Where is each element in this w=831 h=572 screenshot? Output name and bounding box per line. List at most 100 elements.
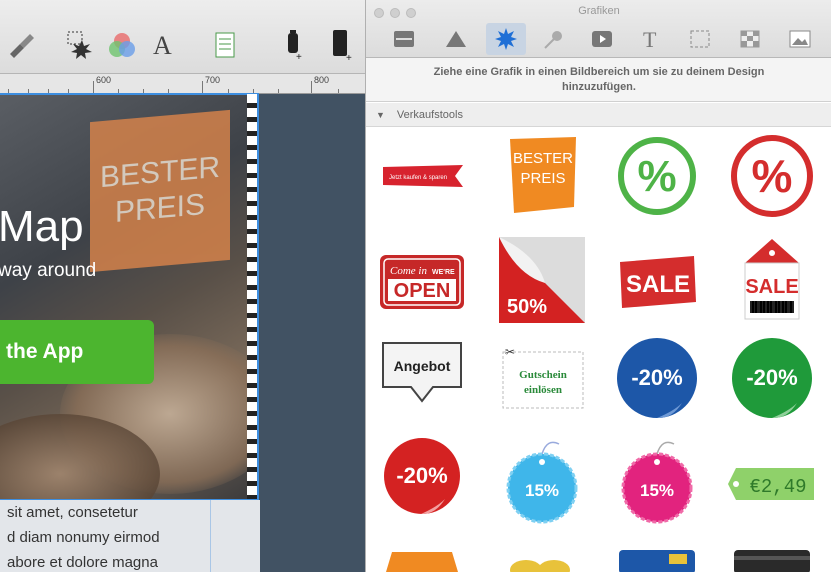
svg-text:+: + xyxy=(346,53,352,62)
fifteen-blue-text: 15% xyxy=(525,481,559,500)
tab-media[interactable] xyxy=(582,23,622,55)
ruler-tick xyxy=(311,81,312,93)
graphic-fifty-corner[interactable]: 50% xyxy=(496,234,588,326)
graphic-fifteen-pink[interactable]: 15% xyxy=(611,434,703,526)
ruler-tick xyxy=(338,89,339,93)
fifteen-pink-graphic: 15% xyxy=(621,441,693,524)
section-header-verkaufstools[interactable]: ▼ Verkaufstools xyxy=(366,103,831,127)
panel-title: Grafiken xyxy=(578,5,620,17)
editor-toolbar: A + + xyxy=(0,0,365,74)
minus20-blue-graphic: -20% xyxy=(617,338,697,419)
selection-resize-handle[interactable] xyxy=(247,94,257,499)
graphic-fifteen-blue[interactable]: 15% xyxy=(496,434,588,526)
minus20-blue-text: -20% xyxy=(631,365,682,390)
tab-images[interactable] xyxy=(780,23,820,55)
graphic-sale-tag[interactable]: SALE xyxy=(726,234,818,326)
minus20-red-text: -20% xyxy=(396,463,447,488)
graphic-sale-banner[interactable]: SALE xyxy=(611,236,703,328)
body-text-line: sit amet, consetetur xyxy=(7,504,138,521)
svg-text:T: T xyxy=(643,28,657,50)
text-a-icon: A xyxy=(153,31,172,59)
sale-banner-graphic: SALE xyxy=(620,256,696,308)
design-editor: A + + 600 700 800 BESTER PREIS Map way a… xyxy=(0,0,365,572)
svg-text:A: A xyxy=(153,31,172,59)
texture-icon xyxy=(740,30,760,48)
layout-icon xyxy=(394,31,414,47)
were-text: WE'RE xyxy=(432,269,455,276)
phone-add-icon: + xyxy=(333,30,352,62)
percent-red-text: % xyxy=(752,150,793,202)
graphic-coins-partial[interactable] xyxy=(496,540,588,572)
bester-preis-graphic: BESTER PREIS xyxy=(510,137,576,213)
graphic-open-sign[interactable]: Come in WE'RE OPEN xyxy=(376,236,468,328)
sale-tag-graphic: SALE xyxy=(744,239,800,320)
add-phone-button[interactable]: + xyxy=(325,28,357,62)
app-root: A + + 600 700 800 BESTER PREIS Map way a… xyxy=(0,0,831,572)
graphic-percent-green[interactable]: % xyxy=(611,130,703,222)
tab-textures[interactable] xyxy=(730,23,770,55)
orange-graphic xyxy=(386,552,458,572)
graphic-percent-red[interactable]: % xyxy=(726,130,818,222)
tab-pins[interactable] xyxy=(534,23,574,55)
dark-card-graphic xyxy=(734,550,810,572)
brush-tool-button[interactable] xyxy=(4,28,38,62)
selection-icon xyxy=(690,30,710,48)
ruler-label-700: 700 xyxy=(205,75,221,85)
gutschein-line2: einlösen xyxy=(524,384,562,396)
percent-green-text: % xyxy=(637,152,676,201)
fifteen-pink-text: 15% xyxy=(640,481,674,500)
tab-text[interactable]: T xyxy=(630,23,670,55)
hint-line2: hinzuzufügen. xyxy=(562,81,636,93)
tab-starbursts[interactable] xyxy=(486,23,526,55)
text-tool-button[interactable]: A xyxy=(148,28,178,62)
color-tool-button[interactable] xyxy=(104,28,140,62)
sale-tag-text: SALE xyxy=(745,276,798,298)
tab-shapes[interactable] xyxy=(436,23,476,55)
graphic-minus20-red[interactable]: -20% xyxy=(376,430,468,522)
angebot-text: Angebot xyxy=(394,358,451,374)
preis-text: PREIS xyxy=(520,170,565,187)
graphic-orange-partial[interactable] xyxy=(376,540,468,572)
ribbon-graphic: Jetzt kaufen & sparen xyxy=(383,165,463,187)
tab-layouts[interactable] xyxy=(384,23,424,55)
ruler-tick xyxy=(278,89,279,93)
graphic-dark-card-partial[interactable] xyxy=(726,540,818,572)
fifty-text: 50% xyxy=(507,296,547,318)
come-in-text: Come in xyxy=(390,265,427,277)
graphic-gutschein[interactable]: ✂ Gutschein einlösen xyxy=(496,334,588,426)
body-text-line: abore et dolore magna xyxy=(7,554,158,571)
graphic-minus20-green[interactable]: -20% xyxy=(726,332,818,424)
graphic-card-partial[interactable] xyxy=(611,540,703,572)
disclosure-triangle-icon[interactable]: ▼ xyxy=(376,110,385,120)
drag-hint: Ziehe eine Grafik in einen Bildbereich u… xyxy=(366,58,831,102)
starburst-tool-icon xyxy=(67,31,92,59)
minus20-green-text: -20% xyxy=(746,365,797,390)
tab-frames[interactable] xyxy=(680,23,720,55)
body-text-block[interactable]: sit amet, consetetur d diam nonumy eirmo… xyxy=(0,500,260,572)
brush-icon xyxy=(10,34,34,58)
ruler-label-600: 600 xyxy=(96,75,112,85)
open-sign-graphic: Come in WE'RE OPEN xyxy=(380,255,464,309)
add-watch-button[interactable]: + xyxy=(278,28,308,62)
ruler-tick xyxy=(93,81,94,93)
starburst-icon xyxy=(495,28,517,50)
body-text-line: d diam nonumy eirmod xyxy=(7,529,160,546)
graphics-tool-button[interactable] xyxy=(64,28,98,62)
video-icon xyxy=(592,31,612,47)
open-text: OPEN xyxy=(394,280,451,302)
watch-add-icon: + xyxy=(288,30,302,61)
ribbon-text: Jetzt kaufen & sparen xyxy=(389,175,447,181)
triangle-icon xyxy=(446,31,466,47)
graphic-angebot[interactable]: Angebot xyxy=(376,332,468,424)
graphic-bester-preis[interactable]: BESTER PREIS xyxy=(496,130,588,222)
image-icon xyxy=(789,30,811,48)
text-icon: T xyxy=(643,28,657,50)
checklist-tool-button[interactable] xyxy=(210,28,240,62)
hint-line1: Ziehe eine Grafik in einen Bildbereich u… xyxy=(433,66,765,78)
graphics-panel: Grafiken T Ziehe eine Grafik in einen Bi… xyxy=(365,0,831,572)
layout-guide xyxy=(210,500,211,572)
graphic-price-tag[interactable]: €2,49 xyxy=(726,438,818,530)
selection-border xyxy=(0,93,259,501)
graphic-minus20-blue[interactable]: -20% xyxy=(611,332,703,424)
graphic-ribbon[interactable]: Jetzt kaufen & sparen xyxy=(376,130,468,222)
